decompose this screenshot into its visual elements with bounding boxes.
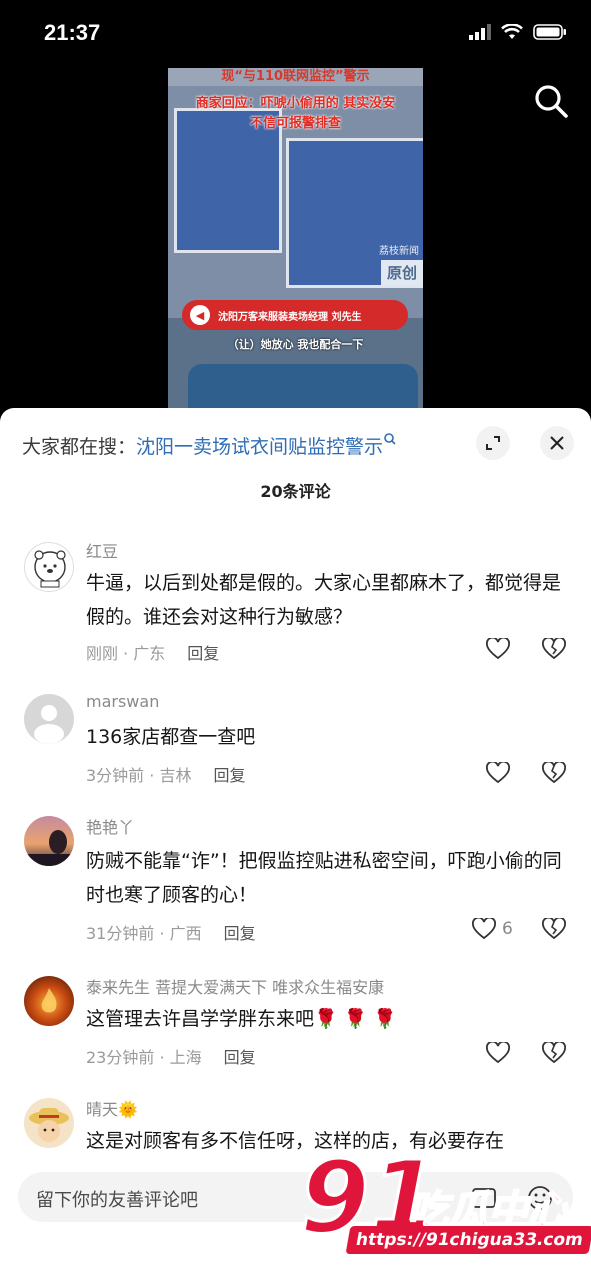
comment-text: 这管理去许昌学学胖东来吧🌹 🌹 🌹	[86, 1008, 398, 1030]
video-name-bar: ◀ 沈阳万客来服装卖场经理 刘先生	[182, 300, 408, 330]
avatar[interactable]	[24, 694, 74, 744]
comment-item: marswan 136家店都查一查吧 3分钟前 · 吉林 回复	[0, 692, 591, 792]
dislike-button[interactable]	[542, 760, 566, 788]
girl-sunset-avatar-icon	[24, 830, 74, 866]
comment-text: 防贼不能靠“诈”！把假监控贴进私密空间，吓跑小偷的同时也寒了顾客的心！	[86, 850, 562, 906]
dislike-button[interactable]	[542, 916, 566, 944]
default-avatar-icon	[34, 705, 64, 744]
comment-meta: 23分钟前 · 上海 回复	[86, 1044, 256, 1068]
wifi-icon	[501, 24, 523, 39]
hot-search[interactable]: 大家都在搜：沈阳一卖场试衣间贴监控警示	[22, 432, 397, 459]
reply-button[interactable]: 回复	[224, 924, 256, 943]
broken-heart-icon	[542, 916, 566, 940]
speaker-icon: ◀	[190, 305, 210, 325]
video-subtitle: （让）她放心 我也配合一下	[227, 338, 364, 351]
comment-meta: 刚刚 · 广东 回复	[86, 640, 219, 664]
video-player[interactable]: 现“与110联网监控”警示 商家回应：吓唬小偷用的 其实没安 不信可报警排查 荔…	[168, 68, 423, 410]
avatar[interactable]	[24, 1098, 74, 1148]
comment-author[interactable]: 泰来先生 菩提大爱满天下 唯求众生福安康	[86, 974, 384, 998]
comment-item: 红豆 牛逼，以后到处都是假的。大家心里都麻木了，都觉得是假的。谁还会对这种行为敏…	[0, 536, 591, 676]
comment-item: 泰来先生 菩提大爱满天下 唯求众生福安康 这管理去许昌学学胖东来吧🌹 🌹 🌹 2…	[0, 972, 591, 1072]
like-button[interactable]	[486, 638, 510, 660]
comment-text: 牛逼，以后到处都是假的。大家心里都麻木了，都觉得是假的。谁还会对这种行为敏感？	[86, 572, 562, 628]
comment-time: 3分钟前 · 吉林	[86, 766, 192, 785]
search-small-icon	[384, 433, 396, 445]
fire-avatar-icon	[41, 988, 57, 1013]
close-button[interactable]	[540, 426, 574, 460]
like-button[interactable]	[486, 762, 510, 784]
video-top-caption: 现“与110联网监控”警示	[168, 68, 423, 86]
cartoon-bear-avatar-icon	[34, 550, 66, 588]
comment-text: 136家店都查一查吧	[86, 726, 256, 748]
status-icons	[469, 24, 567, 40]
site-watermark-logo: 91 吃瓜中心 https://91chigua33.com	[298, 1146, 591, 1260]
reply-button[interactable]: 回复	[224, 1048, 256, 1067]
avatar[interactable]	[24, 816, 74, 866]
sheet-header: 大家都在搜：沈阳一卖场试衣间贴监控警示	[0, 408, 591, 480]
avatar[interactable]	[24, 542, 74, 592]
comment-time: 23分钟前 · 上海	[86, 1048, 202, 1067]
signal-icon	[469, 24, 491, 40]
video-basket	[188, 364, 418, 410]
search-icon[interactable]	[532, 82, 570, 120]
avatar[interactable]	[24, 976, 74, 1026]
reply-button[interactable]: 回复	[213, 766, 245, 785]
reply-button[interactable]: 回复	[187, 644, 219, 663]
comment-time: 刚刚 · 广东	[86, 644, 166, 663]
broken-heart-icon	[542, 1040, 566, 1064]
heart-icon	[486, 638, 510, 660]
like-button[interactable]	[486, 1042, 510, 1064]
video-name-bar-text: 沈阳万客来服装卖场经理 刘先生	[218, 311, 362, 323]
heart-icon	[486, 762, 510, 784]
comment-count: 20条评论	[260, 482, 331, 501]
broken-heart-icon	[542, 760, 566, 784]
comment-author[interactable]: 晴天🌞	[86, 1096, 138, 1120]
video-caption-line2: 不信可报警排查	[249, 116, 341, 131]
cartoon-strawhat-avatar-icon	[29, 1108, 69, 1142]
status-bar: 21:37	[0, 0, 591, 68]
close-icon	[550, 436, 564, 450]
comment-author[interactable]: 艳艳丫	[86, 814, 134, 838]
broken-heart-icon	[542, 636, 566, 660]
clock: 21:37	[44, 20, 101, 45]
video-caption-line1: 商家回应：吓唬小偷用的 其实没安	[195, 96, 396, 111]
dislike-button[interactable]	[542, 636, 566, 664]
heart-icon	[472, 918, 496, 940]
watermark-url: https://91chigua33.com	[345, 1226, 591, 1254]
dislike-button[interactable]	[542, 1040, 566, 1068]
expand-button[interactable]	[476, 426, 510, 460]
expand-icon	[486, 436, 500, 450]
comment-meta: 3分钟前 · 吉林 回复	[86, 762, 245, 786]
like-button[interactable]: 6	[472, 918, 513, 940]
battery-icon	[533, 24, 566, 40]
comment-meta: 31分钟前 · 广西 回复	[86, 920, 256, 944]
like-count: 6	[502, 919, 513, 939]
comment-item: 艳艳丫 防贼不能靠“诈”！把假监控贴进私密空间，吓跑小偷的同时也寒了顾客的心！ …	[0, 814, 591, 954]
comment-author[interactable]: marswan	[86, 692, 159, 711]
heart-icon	[486, 1042, 510, 1064]
hot-search-query[interactable]: 沈阳一卖场试衣间贴监控警示	[136, 436, 383, 458]
video-original-badge: 原创	[380, 260, 423, 285]
comment-input-placeholder: 留下你的友善评论吧	[36, 1190, 198, 1211]
comment-time: 31分钟前 · 广西	[86, 924, 202, 943]
comment-author[interactable]: 红豆	[86, 538, 118, 562]
video-source-watermark: 荔枝新闻	[379, 246, 419, 257]
hot-search-prefix: 大家都在搜：	[22, 436, 137, 458]
